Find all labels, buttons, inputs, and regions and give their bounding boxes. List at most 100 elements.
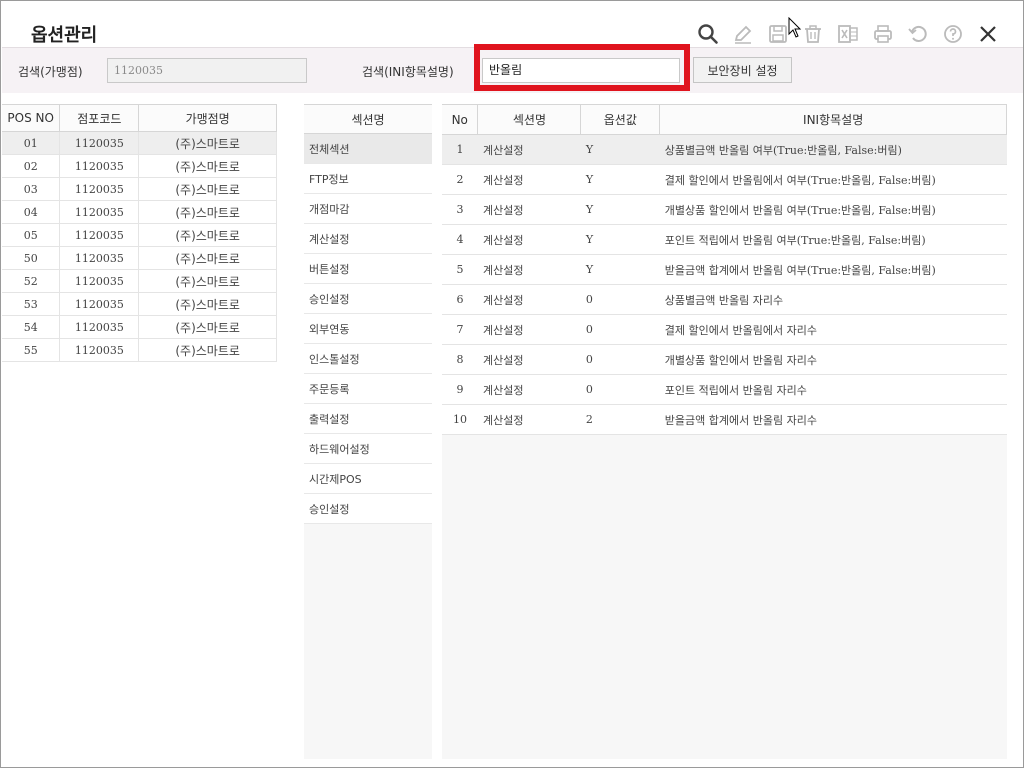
store-name-cell: (주)스마트로	[138, 223, 277, 247]
no-cell: 6	[442, 284, 478, 315]
option-value-cell: Y	[580, 224, 660, 255]
security-device-settings-button[interactable]: 보안장비 설정	[693, 57, 792, 83]
pos-no-header[interactable]: POS NO	[2, 104, 61, 132]
section-name-cell: 계산설정	[477, 134, 581, 165]
ini-description-cell: 받을금액 합계에서 반올림 여부(True:반올림, False:버림)	[659, 254, 1007, 285]
section-list-item[interactable]: 시간제POS	[304, 464, 432, 494]
pos-no-cell: 05	[2, 223, 61, 247]
mouse-cursor-icon	[788, 17, 802, 38]
no-cell: 1	[442, 134, 478, 165]
pos-table-row[interactable]: 54 1120035 (주)스마트로	[2, 315, 277, 339]
ini-description-cell: 결제 할인에서 반올림에서 여부(True:반올림, False:버림)	[659, 164, 1007, 195]
ini-table-row[interactable]: 2 계산설정 Y 결제 할인에서 반올림에서 여부(True:반올림, False:버…	[442, 164, 1007, 195]
section-list-item[interactable]: 하드웨어설정	[304, 434, 432, 464]
store-name-cell: (주)스마트로	[138, 269, 277, 293]
section-name-cell: 계산설정	[477, 374, 581, 405]
ini-description-cell: 개별상품 할인에서 반올림 여부(True:반올림, False:버림)	[659, 194, 1007, 225]
no-cell: 3	[442, 194, 478, 225]
pos-table: POS NO 점포코드 가맹점명 01 1120035 (주)스마트로 02 11200…	[2, 104, 277, 362]
ini-table-row[interactable]: 5 계산설정 Y 받을금액 합계에서 반올림 여부(True:반올림, False:버…	[442, 254, 1007, 285]
section-name-header[interactable]: 섹션명	[477, 104, 582, 135]
close-icon[interactable]	[970, 21, 1005, 47]
pos-no-cell: 04	[2, 200, 61, 224]
no-cell: 10	[442, 404, 478, 435]
pos-table-row[interactable]: 02 1120035 (주)스마트로	[2, 154, 277, 178]
store-name-cell: (주)스마트로	[138, 200, 277, 224]
section-list-item[interactable]: 승인설정	[304, 494, 432, 524]
store-code-cell: 1120035	[59, 292, 140, 316]
no-cell: 5	[442, 254, 478, 285]
section-list-item[interactable]: FTP정보	[304, 164, 432, 194]
ini-table-row[interactable]: 7 계산설정 0 결제 할인에서 반올림에서 자리수	[442, 314, 1007, 345]
ini-item-panel: No 섹션명 옵션값 INI항목설명 1 계산설정 Y 상품별금액 반올림 여부(Tr…	[442, 104, 1007, 759]
pos-no-cell: 03	[2, 177, 61, 201]
section-name-cell: 계산설정	[477, 284, 581, 315]
store-name-header[interactable]: 가맹점명	[138, 104, 277, 132]
store-code-cell: 1120035	[59, 177, 140, 201]
section-list-item[interactable]: 승인설정	[304, 284, 432, 314]
store-name-cell: (주)스마트로	[138, 177, 277, 201]
store-search-input[interactable]: 1120035	[107, 58, 307, 83]
option-value-cell: 0	[580, 314, 660, 345]
page-title: 옵션관리	[31, 25, 98, 46]
pos-table-row[interactable]: 52 1120035 (주)스마트로	[2, 269, 277, 293]
section-list-item[interactable]: 계산설정	[304, 224, 432, 254]
option-management-window: 옵션관리 검색(가맹점) 1120035 검색(INI항목설명) 반올림 보안장…	[0, 0, 1024, 768]
section-name-cell: 계산설정	[477, 314, 581, 345]
refresh-icon[interactable]	[900, 21, 935, 47]
ini-table-row[interactable]: 3 계산설정 Y 개별상품 할인에서 반올림 여부(True:반올림, False:버…	[442, 194, 1007, 225]
no-cell: 8	[442, 344, 478, 375]
option-value-cell: 0	[580, 344, 660, 375]
ini-description-header[interactable]: INI항목설명	[659, 104, 1007, 135]
ini-description-cell: 개별상품 할인에서 반올림 자리수	[659, 344, 1007, 375]
ini-search-label: 검색(INI항목설명)	[362, 65, 454, 79]
section-list-item[interactable]: 전체섹션	[304, 134, 432, 164]
store-code-cell: 1120035	[59, 246, 140, 270]
ini-table-row[interactable]: 9 계산설정 0 포인트 적립에서 반올림 자리수	[442, 374, 1007, 405]
pos-table-row[interactable]: 04 1120035 (주)스마트로	[2, 200, 277, 224]
ini-table-row[interactable]: 1 계산설정 Y 상품별금액 반올림 여부(True:반올림, False:버림)	[442, 134, 1007, 165]
print-icon[interactable]	[865, 21, 900, 47]
ini-table-row[interactable]: 6 계산설정 0 상품별금액 반올림 자리수	[442, 284, 1007, 315]
no-cell: 2	[442, 164, 478, 195]
edit-icon[interactable]	[725, 21, 760, 47]
ini-table-row[interactable]: 8 계산설정 0 개별상품 할인에서 반올림 자리수	[442, 344, 1007, 375]
section-list-item[interactable]: 인스톨설정	[304, 344, 432, 374]
search-icon[interactable]	[690, 21, 725, 47]
ini-table-row[interactable]: 4 계산설정 Y 포인트 적립에서 반올림 여부(True:반올림, False:버림…	[442, 224, 1007, 255]
pos-table-row[interactable]: 05 1120035 (주)스마트로	[2, 223, 277, 247]
pos-table-row[interactable]: 53 1120035 (주)스마트로	[2, 292, 277, 316]
help-icon[interactable]	[935, 21, 970, 47]
store-code-cell: 1120035	[59, 338, 140, 362]
section-name-cell: 계산설정	[477, 164, 581, 195]
pos-no-cell: 54	[2, 315, 61, 339]
pos-table-row[interactable]: 50 1120035 (주)스마트로	[2, 246, 277, 270]
store-code-cell: 1120035	[59, 131, 140, 155]
option-value-cell: Y	[580, 134, 660, 165]
ini-description-cell: 상품별금액 반올림 자리수	[659, 284, 1007, 315]
section-list-item[interactable]: 버튼설정	[304, 254, 432, 284]
pos-no-cell: 01	[2, 131, 61, 155]
ini-description-cell: 결제 할인에서 반올림에서 자리수	[659, 314, 1007, 345]
pos-table-row[interactable]: 55 1120035 (주)스마트로	[2, 338, 277, 362]
excel-icon[interactable]	[830, 21, 865, 47]
pos-list-panel: POS NO 점포코드 가맹점명 01 1120035 (주)스마트로 02 11200…	[2, 104, 292, 764]
ini-description-cell: 포인트 적립에서 반올림 자리수	[659, 374, 1007, 405]
option-value-cell: 0	[580, 374, 660, 405]
pos-table-row[interactable]: 03 1120035 (주)스마트로	[2, 177, 277, 201]
store-code-cell: 1120035	[59, 200, 140, 224]
section-list-item[interactable]: 개점마감	[304, 194, 432, 224]
store-code-cell: 1120035	[59, 154, 140, 178]
option-value-header[interactable]: 옵션값	[580, 104, 661, 135]
pos-table-row[interactable]: 01 1120035 (주)스마트로	[2, 131, 277, 155]
store-code-header[interactable]: 점포코드	[59, 104, 140, 132]
section-list-item[interactable]: 주문등록	[304, 374, 432, 404]
toolbar	[690, 21, 1005, 47]
section-list-item[interactable]: 출력설정	[304, 404, 432, 434]
no-header[interactable]: No	[442, 104, 479, 135]
section-list-item[interactable]: 외부연동	[304, 314, 432, 344]
ini-table-row[interactable]: 10 계산설정 2 받을금액 합계에서 반올림 자리수	[442, 404, 1007, 435]
store-name-cell: (주)스마트로	[138, 246, 277, 270]
ini-description-cell: 포인트 적립에서 반올림 여부(True:반올림, False:버림)	[659, 224, 1007, 255]
option-value-cell: 2	[580, 404, 660, 435]
